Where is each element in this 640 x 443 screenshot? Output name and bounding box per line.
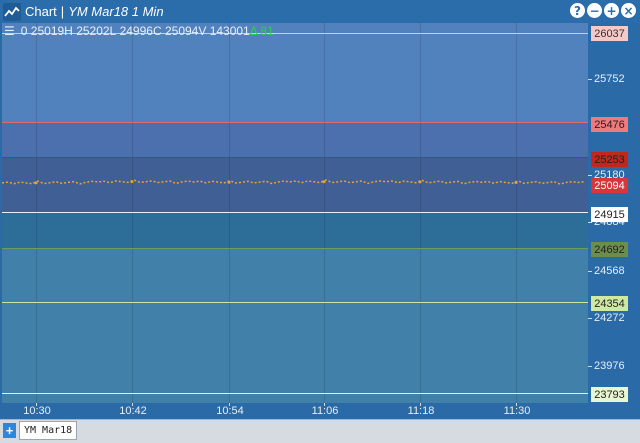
price-line: [2, 179, 585, 185]
ohlc-open: 0: [20, 24, 28, 38]
level-label-24915: 24915: [591, 207, 628, 222]
price-point: [34, 181, 38, 185]
window-title: Chart: [25, 4, 57, 19]
price-point: [130, 180, 134, 184]
ohlc-change: Δ 81: [249, 24, 274, 38]
ohlc-readout: ☰ 0 25019H 25202L 24996C 25094V 143001 Δ…: [4, 24, 274, 38]
x-tick: 11:06: [311, 405, 339, 417]
window-subtitle: YM Mar18 1 Min: [68, 4, 164, 19]
chart-app-icon: [3, 2, 21, 21]
level-label-25094: 25094: [591, 178, 628, 193]
x-tick: 10:42: [119, 405, 147, 417]
level-label-25476: 25476: [591, 117, 628, 132]
price-point: [322, 180, 326, 184]
ohlc-low: 25202L: [76, 24, 117, 38]
x-tick: 11:30: [503, 405, 531, 417]
chart-window: Chart | YM Mar18 1 Min ? − + × ☰ 0 25019…: [0, 0, 640, 443]
tab-ym-mar18[interactable]: YM Mar18: [19, 421, 78, 440]
x-tick: 11:18: [407, 405, 435, 417]
level-label-25253: 25253: [591, 152, 628, 167]
price-axis[interactable]: 25752 25180 24884 24568 24272 23976 2603…: [588, 23, 636, 403]
level-label-26037: 26037: [591, 26, 628, 41]
menu-icon[interactable]: ☰: [4, 24, 15, 38]
title-bar[interactable]: Chart | YM Mar18 1 Min ? − + ×: [0, 0, 640, 23]
y-tick: 23976: [594, 360, 625, 372]
level-label-24692: 24692: [591, 242, 628, 257]
y-tick: 24568: [594, 265, 625, 277]
maximize-button[interactable]: +: [604, 3, 619, 18]
help-button[interactable]: ?: [570, 3, 585, 18]
title-separator: |: [60, 4, 65, 19]
minimize-button[interactable]: −: [587, 3, 602, 18]
y-tick: 24272: [594, 312, 625, 324]
time-axis[interactable]: 10:30 10:42 10:54 11:06 11:18 11:30: [2, 403, 588, 419]
level-label-23793: 23793: [591, 387, 628, 402]
close-button[interactable]: ×: [621, 3, 636, 18]
x-tick: 10:54: [216, 405, 244, 417]
price-point: [418, 180, 422, 184]
add-tab-button[interactable]: +: [3, 423, 16, 438]
ohlc-close: 24996C: [119, 24, 162, 38]
window-controls: ? − + ×: [570, 3, 636, 18]
ohlc-v: 25094V: [164, 24, 207, 38]
tab-bar: + YM Mar18: [0, 419, 640, 443]
ohlc-high: 25019H: [30, 24, 73, 38]
x-tick: 10:30: [23, 405, 51, 417]
price-point: [227, 180, 231, 184]
ohlc-volume: 143001: [209, 24, 250, 38]
chart-plot-area[interactable]: [2, 23, 588, 403]
level-label-24354: 24354: [591, 296, 628, 311]
price-series-line: [2, 179, 585, 185]
y-tick: 25752: [594, 73, 625, 85]
price-point: [514, 181, 518, 185]
